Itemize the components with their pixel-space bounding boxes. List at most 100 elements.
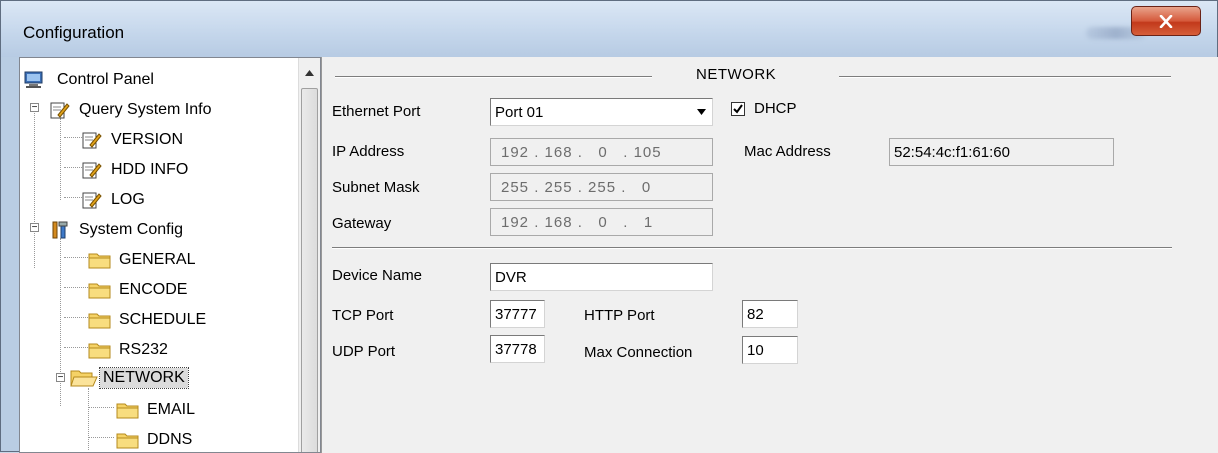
ip-address-field: 192 . 168 . 0 . 105	[490, 138, 713, 166]
tree-item-label: SCHEDULE	[119, 311, 207, 328]
mac-address-field: 52:54:4c:f1:61:60	[889, 138, 1114, 166]
section-divider	[332, 247, 1172, 249]
tree-item-general[interactable]: GENERAL	[88, 246, 198, 274]
section-divider	[335, 76, 652, 78]
tree-item-schedule[interactable]: SCHEDULE	[88, 306, 209, 334]
configuration-window: Configuration Control Panel − Query Syst…	[0, 0, 1218, 453]
mac-address-label: Mac Address	[744, 143, 831, 160]
close-icon	[1159, 14, 1173, 28]
http-port-input[interactable]: 82	[742, 300, 798, 328]
gateway-label: Gateway	[332, 215, 392, 232]
folder-icon	[116, 433, 139, 449]
gateway-field: 192 . 168 . 0 . 1	[490, 208, 713, 236]
window-title: Configuration	[23, 23, 125, 42]
dhcp-checkbox[interactable]	[731, 102, 745, 116]
tree-item-encode[interactable]: ENCODE	[88, 276, 190, 304]
tree-item-label: NETWORK	[99, 367, 189, 389]
tree-item-label: Control Panel	[57, 71, 154, 88]
udp-port-input[interactable]: 37778	[490, 335, 545, 363]
http-port-label: HTTP Port	[584, 307, 655, 324]
subnet-mask-value: 255 . 255 . 255 . 0	[501, 178, 652, 196]
tree-line	[88, 437, 114, 438]
tree-item-control-panel[interactable]: Control Panel	[24, 66, 157, 94]
tree-item-version[interactable]: VERSION	[82, 126, 186, 154]
ip-address-label: IP Address	[332, 143, 405, 160]
tree-item-system-config[interactable]: System Config	[50, 216, 186, 244]
subnet-mask-label: Subnet Mask	[332, 179, 420, 196]
tree-line	[64, 197, 84, 198]
tree-item-network[interactable]: NETWORK	[70, 364, 189, 392]
tree-item-email[interactable]: EMAIL	[116, 396, 198, 424]
edit-document-icon	[82, 192, 102, 209]
ethernet-port-label: Ethernet Port	[332, 103, 421, 120]
tree-line	[64, 317, 88, 318]
title-bar[interactable]: Configuration	[1, 1, 1217, 57]
tools-icon	[52, 221, 68, 239]
tree-item-label: VERSION	[111, 131, 184, 148]
folder-icon	[88, 343, 111, 359]
collapse-toggle[interactable]: −	[30, 103, 39, 113]
tree-item-log[interactable]: LOG	[82, 186, 148, 214]
folder-icon	[88, 253, 111, 269]
device-name-input[interactable]: DVR	[490, 263, 713, 291]
section-divider	[839, 76, 1171, 78]
tree-item-label: ENCODE	[119, 281, 188, 298]
udp-port-label: UDP Port	[332, 343, 396, 360]
edit-document-icon	[82, 132, 102, 149]
tree-item-label: GENERAL	[119, 251, 196, 268]
collapse-toggle[interactable]: −	[56, 373, 65, 383]
tree-item-label: RS232	[119, 341, 168, 358]
max-connection-input[interactable]: 10	[742, 336, 798, 364]
ethernet-port-select[interactable]: Port 01	[490, 98, 713, 126]
tree-line	[88, 407, 114, 408]
tree-item-label: DDNS	[147, 431, 193, 448]
max-connection-label: Max Connection	[584, 344, 693, 361]
config-tree: Control Panel − Query System Info VERSIO…	[19, 57, 321, 453]
mac-address-value: 52:54:4c:f1:61:60	[894, 143, 1010, 161]
ethernet-port-value: Port 01	[495, 103, 544, 121]
gateway-value: 192 . 168 . 0 . 1	[501, 213, 654, 231]
checkmark-icon	[733, 104, 743, 114]
folder-icon	[88, 313, 111, 329]
tree-item-rs232[interactable]: RS232	[88, 336, 171, 364]
subnet-mask-field: 255 . 255 . 255 . 0	[490, 173, 713, 201]
tree-item-label: Query System Info	[79, 101, 212, 118]
close-button[interactable]	[1131, 6, 1201, 36]
tree-item-query-system-info[interactable]: Query System Info	[50, 96, 215, 124]
scroll-up-button[interactable]	[299, 58, 320, 88]
folder-icon	[116, 403, 139, 419]
tree-line	[64, 287, 88, 288]
open-folder-icon	[70, 370, 98, 387]
arrow-up-icon	[305, 70, 314, 76]
tcp-port-value: 37777	[495, 305, 537, 323]
tcp-port-label: TCP Port	[332, 307, 394, 324]
tree-line	[64, 257, 88, 258]
collapse-toggle[interactable]: −	[30, 223, 39, 233]
section-title: NETWORK	[696, 66, 777, 83]
device-name-value: DVR	[495, 268, 527, 286]
tree-line	[34, 106, 35, 268]
max-connection-value: 10	[747, 341, 764, 359]
computer-icon	[24, 71, 43, 88]
dhcp-label: DHCP	[754, 100, 797, 117]
tree-item-label: HDD INFO	[111, 161, 189, 178]
tree-item-ddns[interactable]: DDNS	[116, 426, 195, 452]
tree-scrollbar[interactable]	[298, 58, 320, 452]
tree-item-label: EMAIL	[147, 401, 196, 418]
dialog-body: Control Panel − Query System Info VERSIO…	[11, 57, 1218, 453]
folder-icon	[88, 283, 111, 299]
network-panel: NETWORK Ethernet Port Port 01 DHCP IP Ad…	[321, 57, 1218, 453]
udp-port-value: 37778	[495, 340, 537, 358]
tree-line	[60, 118, 61, 200]
tree-line	[64, 167, 84, 168]
edit-document-icon	[50, 102, 70, 119]
tcp-port-input[interactable]: 37777	[490, 300, 545, 328]
tree-line	[88, 388, 89, 450]
dropdown-arrow-icon[interactable]	[692, 101, 710, 123]
edit-document-icon	[82, 162, 102, 179]
http-port-value: 82	[747, 305, 764, 323]
tree-item-hdd-info[interactable]: HDD INFO	[82, 156, 191, 184]
ip-address-value: 192 . 168 . 0 . 105	[501, 143, 662, 161]
tree-line	[64, 137, 84, 138]
scroll-thumb[interactable]	[301, 88, 318, 452]
